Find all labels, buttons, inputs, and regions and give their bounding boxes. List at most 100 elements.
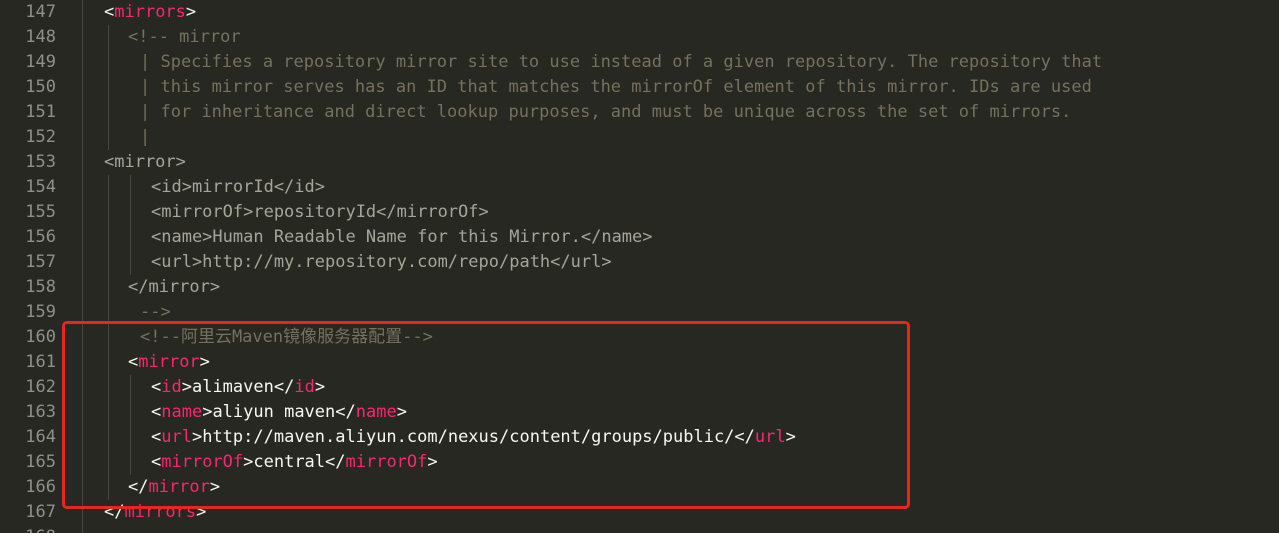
code-token: </mirror> [128, 277, 221, 297]
code-token: <mirrorOf>repositoryId</mirrorOf> [151, 202, 489, 222]
code-token: > [209, 477, 221, 497]
code-token: <name>Human Readable Name for this Mirro… [151, 227, 653, 247]
code-line[interactable]: 167 </mirrors> [0, 500, 1279, 525]
code-token: > [196, 502, 207, 522]
indent-guide [130, 175, 131, 200]
code-token: <mirror> [104, 152, 186, 172]
line-code: <name>Human Readable Name for this Mirro… [151, 225, 653, 250]
code-token: > [199, 352, 210, 372]
line-code: | this mirror serves has an ID that matc… [140, 75, 1092, 100]
line-code: <name>aliyun maven</name> [151, 400, 407, 425]
code-token: < [104, 2, 115, 22]
code-line[interactable]: 163 <name>aliyun maven</name> [0, 400, 1279, 425]
indent-guide [82, 75, 83, 100]
code-token: >http://maven.aliyun.com/nexus/content/g… [191, 427, 755, 447]
indent-guide [82, 50, 83, 75]
code-token: > [185, 2, 197, 22]
code-token: mirrorOf [161, 452, 244, 472]
indent-guide [130, 225, 131, 250]
line-number: 158 [25, 277, 56, 297]
line-code: <!--阿里云Maven镜像服务器配置--> [140, 325, 433, 350]
line-number: 154 [25, 177, 56, 197]
line-number: 150 [25, 77, 56, 97]
indent-guide [108, 475, 109, 500]
indent-guide [82, 450, 83, 475]
code-line[interactable]: 166 </mirror> [0, 475, 1279, 500]
line-number: 160 [25, 327, 56, 347]
code-token: > [427, 452, 438, 472]
code-line[interactable]: 158 </mirror> [0, 275, 1279, 300]
line-number: 147 [25, 2, 56, 22]
code-line[interactable]: 168 [0, 525, 1279, 533]
line-number: 153 [25, 152, 56, 172]
line-number: 149 [25, 52, 56, 72]
indent-guide [108, 350, 109, 375]
code-token: </ [104, 502, 125, 522]
code-line[interactable]: 162 <id>alimaven</id> [0, 375, 1279, 400]
code-line[interactable]: 151 | for inheritance and direct lookup p… [0, 100, 1279, 125]
code-token: <!--阿里云Maven镜像服务器配置--> [140, 327, 433, 347]
code-token: --> [140, 302, 171, 322]
code-line[interactable]: 154 <id>mirrorId</id> [0, 175, 1279, 200]
code-token: | [140, 127, 151, 147]
code-token: > [785, 427, 796, 447]
line-number: 162 [25, 377, 56, 397]
code-line[interactable]: 148 <!-- mirror [0, 25, 1279, 50]
code-line[interactable]: 156 <name>Human Readable Name for this Mi… [0, 225, 1279, 250]
code-line[interactable]: 164 <url>http://maven.aliyun.com/nexus/co… [0, 425, 1279, 450]
indent-guide [108, 75, 109, 100]
indent-guide [130, 375, 131, 400]
line-number: 155 [25, 202, 56, 222]
code-token: | Specifies a repository mirror site to … [140, 52, 1103, 72]
indent-guide [108, 175, 109, 200]
indent-guide [130, 400, 131, 425]
line-number: 168 [0, 525, 56, 533]
line-code: </mirror> [128, 475, 220, 500]
code-token: name [355, 402, 397, 422]
line-code: | [140, 125, 150, 150]
indent-guide [108, 375, 109, 400]
line-number: 151 [25, 102, 56, 122]
code-line[interactable]: 153 <mirror> [0, 150, 1279, 175]
line-code: </mirror> [128, 275, 220, 300]
code-line[interactable]: 152 | [0, 125, 1279, 150]
line-code: <mirrors> [104, 0, 196, 25]
code-token: > [314, 377, 326, 397]
code-token: mirrors [114, 2, 186, 22]
code-editor[interactable]: 147 <mirrors> 148 <!-- mirror 149 | Specifies… [0, 0, 1279, 533]
indent-guide [108, 425, 109, 450]
code-line[interactable]: 165 <mirrorOf>central</mirrorOf> [0, 450, 1279, 475]
line-code: <mirror> [104, 150, 186, 175]
code-line[interactable]: 160 <!--阿里云Maven镜像服务器配置--> [0, 325, 1279, 350]
indent-guide [108, 50, 109, 75]
code-token: >alimaven</ [181, 377, 295, 397]
line-code: </mirrors> [104, 500, 206, 525]
indent-guide [82, 25, 83, 50]
indent-guide [82, 475, 83, 500]
line-number: 161 [25, 352, 56, 372]
code-token: < [151, 452, 162, 472]
code-line[interactable]: 149 | Specifies a repository mirror site … [0, 50, 1279, 75]
indent-guide [108, 100, 109, 125]
code-line[interactable]: 147 <mirrors> [0, 0, 1279, 25]
indent-guide [82, 200, 83, 225]
code-line[interactable]: 155 <mirrorOf>repositoryId</mirrorOf> [0, 200, 1279, 225]
indent-guide [108, 225, 109, 250]
indent-guide [108, 125, 109, 150]
code-line[interactable]: 161 <mirror> [0, 350, 1279, 375]
code-line[interactable]: 159 --> [0, 300, 1279, 325]
code-line[interactable]: 150 | this mirror serves has an ID that m… [0, 75, 1279, 100]
indent-guide [82, 125, 83, 150]
indent-guide [82, 250, 83, 275]
indent-guide [82, 175, 83, 200]
indent-guide [82, 0, 83, 25]
line-code: <mirror> [128, 350, 210, 375]
line-code: <mirrorOf>repositoryId</mirrorOf> [151, 200, 489, 225]
indent-guide [82, 425, 83, 450]
code-line[interactable]: 157 <url>http://my.repository.com/repo/pa… [0, 250, 1279, 275]
indent-guide [108, 325, 109, 350]
code-token: <url>http://my.repository.com/repo/path<… [151, 252, 612, 272]
code-token: < [151, 427, 162, 447]
code-token: > [396, 402, 407, 422]
code-token: url [754, 427, 786, 447]
